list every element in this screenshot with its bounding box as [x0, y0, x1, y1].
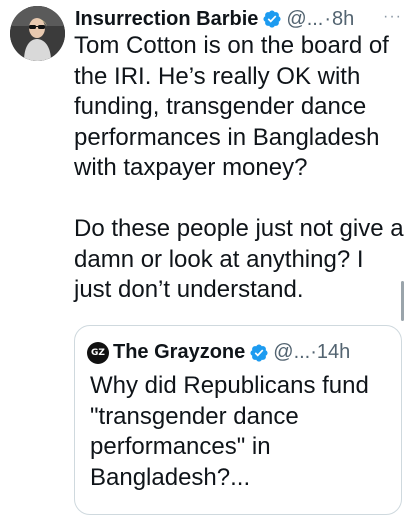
quoted-author-display-name[interactable]: The Grayzone: [113, 341, 245, 364]
more-options-icon[interactable]: ···: [383, 8, 402, 26]
tweet-header: Insurrection Barbie @... · 8h: [75, 6, 354, 32]
quoted-tweet-header: GZ The Grayzone @... · 14h: [87, 341, 350, 364]
separator-dot: ·: [324, 7, 332, 30]
quoted-tweet-timestamp[interactable]: 14h: [317, 341, 350, 364]
verified-badge-icon: [250, 343, 268, 362]
author-display-name[interactable]: Insurrection Barbie: [75, 8, 258, 31]
tweet-text: Tom Cotton is on the board of the IRI. H…: [74, 31, 404, 306]
quoted-tweet-text: Why did Republicans fund "transgender da…: [90, 372, 369, 491]
quoted-tweet[interactable]: GZ The Grayzone @... · 14h Why did Repub…: [74, 325, 402, 515]
quoted-author-avatar[interactable]: GZ: [87, 341, 109, 364]
separator-dot: ·: [310, 341, 317, 363]
scrollbar[interactable]: [401, 281, 404, 321]
author-avatar[interactable]: [10, 6, 65, 61]
tweet-paragraph: Do these people just not give a damn or …: [74, 215, 404, 303]
tweet[interactable]: Insurrection Barbie @... · 8h ··· Tom Co…: [0, 0, 410, 515]
avatar-image: [10, 6, 65, 61]
verified-badge-icon: [263, 10, 281, 28]
tweet-timestamp[interactable]: 8h: [332, 8, 354, 31]
quoted-author-handle[interactable]: @...: [273, 341, 310, 364]
author-handle[interactable]: @...: [286, 8, 323, 31]
tweet-paragraph: Tom Cotton is on the board of the IRI. H…: [74, 32, 389, 181]
